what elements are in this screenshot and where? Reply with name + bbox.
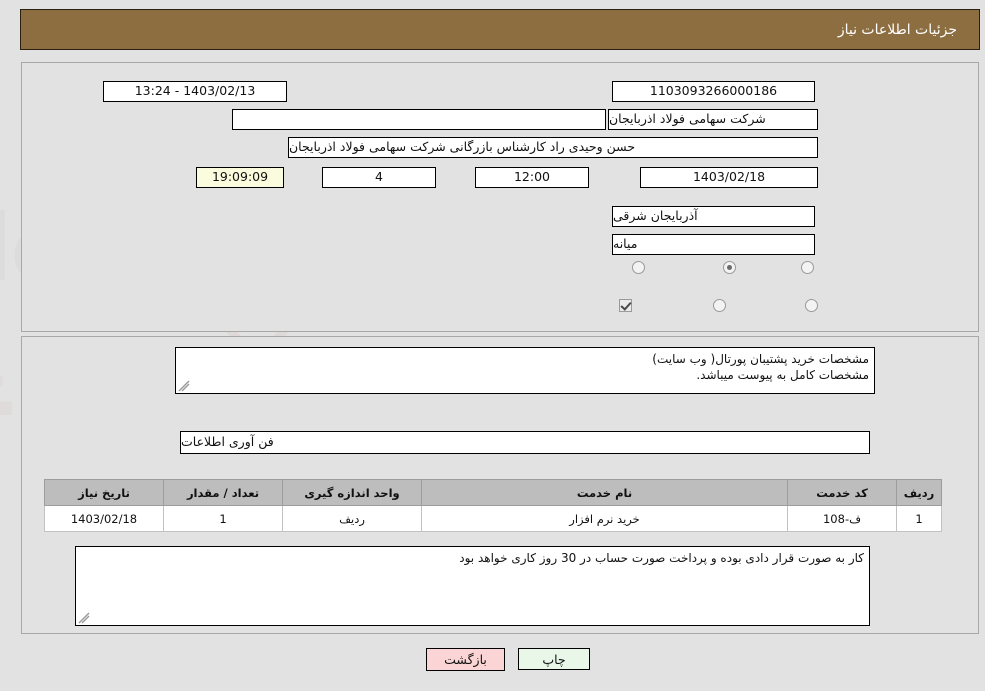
services-table: ردیف کد خدمت نام خدمت واحد اندازه گیری ت… (44, 479, 942, 532)
cell-service-code: ف-108 (787, 505, 897, 532)
deadline-date-value: 1403/02/18 (640, 167, 818, 188)
category-radio-goods-service[interactable] (632, 261, 645, 274)
resize-grip-icon[interactable] (78, 612, 90, 624)
col-row-no: ردیف (896, 479, 942, 506)
table-row: 1 ف-108 خرید نرم افزار ردیف 1 1403/02/18 (44, 505, 942, 532)
page-title: جزئیات اطلاعات نیاز (837, 21, 957, 38)
back-button[interactable]: بازگشت (426, 648, 505, 671)
requester-value: حسن وحیدی راد کارشناس بازرگانی شرکت سهام… (288, 137, 818, 158)
city-value: میانه (612, 234, 815, 255)
cell-unit: ردیف (282, 505, 422, 532)
buyer-notes-textarea[interactable]: کار به صورت قرار دادی بوده و پرداخت صورت… (75, 546, 870, 626)
deadline-hour-value: 12:00 (475, 167, 589, 188)
cell-need-date: 1403/02/18 (44, 505, 164, 532)
need-info-panel (21, 62, 979, 332)
province-value: آذربایجان شرقی (612, 206, 815, 227)
need-desc-line-2: مشخصات کامل به پیوست میباشد. (696, 368, 869, 382)
process-radio-medium[interactable] (713, 299, 726, 312)
remaining-time-value: 19:09:09 (196, 167, 284, 188)
service-group-value: فن آوری اطلاعات (180, 431, 870, 454)
col-unit: واحد اندازه گیری (282, 479, 422, 506)
remaining-days-value: 4 (322, 167, 436, 188)
announce-datetime-value: 1403/02/13 - 13:24 (103, 81, 287, 102)
buyer-notes-text: کار به صورت قرار دادی بوده و پرداخت صورت… (459, 551, 864, 565)
need-number-value: 1103093266000186 (612, 81, 815, 102)
table-header-row: ردیف کد خدمت نام خدمت واحد اندازه گیری ت… (44, 479, 942, 506)
page-title-bar: جزئیات اطلاعات نیاز (20, 9, 980, 50)
col-service-name: نام خدمت (421, 479, 788, 506)
treasury-bonds-checkbox[interactable] (619, 299, 632, 312)
page-root: AriaTender.net AriaTender.net جزئیات اطل… (0, 0, 985, 691)
buyer-org-value: شرکت سهامی فولاد اذربایجان (608, 109, 818, 130)
buyer-org-value-extra (232, 109, 606, 130)
need-desc-textarea[interactable]: مشخصات خرید پشتیبان پورتال( وب سایت) مشخ… (175, 347, 875, 394)
cell-quantity: 1 (163, 505, 283, 532)
category-radio-service[interactable] (723, 261, 736, 274)
cell-row-no: 1 (896, 505, 942, 532)
cell-service-name: خرید نرم افزار (421, 505, 788, 532)
print-button[interactable]: چاپ (518, 648, 590, 670)
category-radio-goods[interactable] (801, 261, 814, 274)
col-need-date: تاریخ نیاز (44, 479, 164, 506)
need-desc-line-1: مشخصات خرید پشتیبان پورتال( وب سایت) (652, 352, 869, 366)
col-service-code: کد خدمت (787, 479, 897, 506)
process-radio-minor[interactable] (805, 299, 818, 312)
col-quantity: تعداد / مقدار (163, 479, 283, 506)
